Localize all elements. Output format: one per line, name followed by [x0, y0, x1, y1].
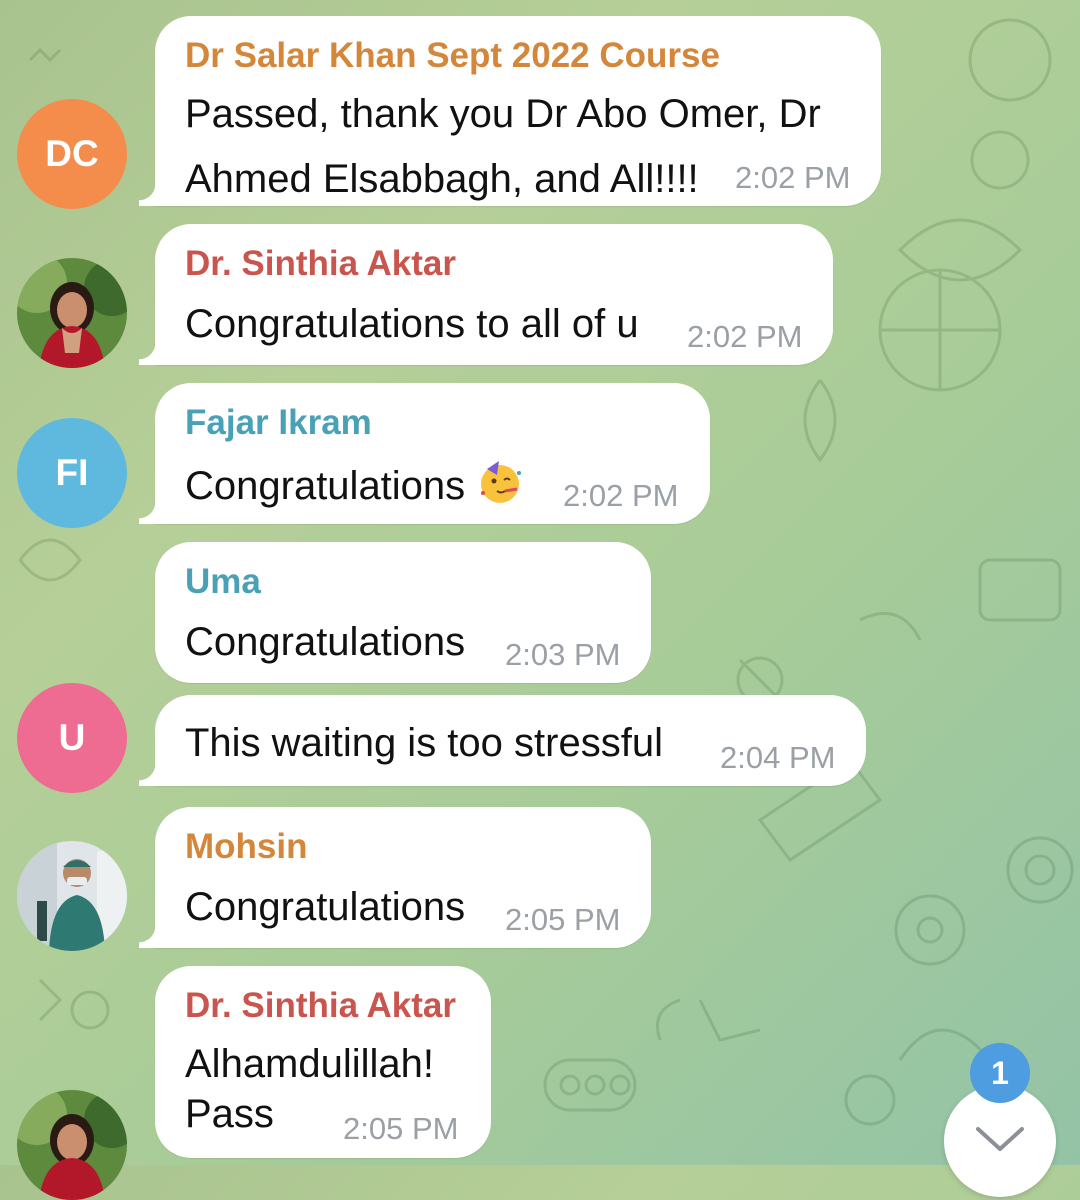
message-text: Congratulations to all of u [185, 302, 639, 346]
message-text: Pass [185, 1092, 274, 1136]
message-text: Ahmed Elsabbagh, and All!!!! [185, 157, 699, 201]
sender-name[interactable]: Dr. Sinthia Aktar [185, 244, 456, 284]
message-time: 2:05 PM [505, 902, 621, 937]
sender-name[interactable]: Fajar Ikram [185, 403, 372, 443]
message-bubble[interactable]: Uma Congratulations 2:03 PM [155, 542, 651, 683]
message-bubble[interactable]: Dr. Sinthia Aktar Congratulations to all… [139, 224, 833, 365]
message-bubble[interactable]: This waiting is too stressful 2:04 PM [139, 695, 866, 786]
avatar[interactable] [17, 258, 127, 368]
avatar-initials: U [58, 717, 86, 758]
profile-photo [17, 1090, 127, 1200]
message-time: 2:05 PM [343, 1111, 459, 1146]
message-text: Congratulations [185, 885, 466, 929]
message-text: Alhamdulillah! [185, 1042, 435, 1086]
unread-count-badge[interactable]: 1 [970, 1043, 1030, 1103]
message-bubble[interactable]: Dr Salar Khan Sept 2022 Course Passed, t… [139, 16, 881, 206]
message-time: 2:02 PM [563, 478, 679, 513]
message-text: Congratulations [185, 459, 523, 510]
profile-photo [17, 258, 127, 368]
avatar[interactable] [17, 1090, 127, 1200]
sender-name[interactable]: Dr Salar Khan Sept 2022 Course [185, 36, 720, 76]
sender-name[interactable]: Dr. Sinthia Aktar [185, 986, 456, 1026]
message-time: 2:02 PM [735, 160, 851, 195]
sender-name[interactable]: Mohsin [185, 827, 307, 867]
avatar-initials: DC [45, 133, 99, 174]
sender-name[interactable]: Uma [185, 562, 261, 602]
message-bubble[interactable]: Fajar Ikram Congratulations 2:02 PM [139, 383, 710, 524]
message-time: 2:02 PM [687, 319, 803, 354]
avatar-initials: FI [55, 452, 89, 493]
avatar[interactable]: FI [17, 418, 127, 528]
message-time: 2:04 PM [720, 740, 836, 775]
message-text: Passed, thank you Dr Abo Omer, Dr [185, 92, 821, 136]
avatar[interactable] [17, 841, 127, 951]
message-text: This waiting is too stressful [185, 721, 663, 765]
profile-photo [17, 841, 127, 951]
message-time: 2:03 PM [505, 637, 621, 672]
avatar[interactable]: DC [17, 99, 127, 209]
message-text: Congratulations [185, 620, 466, 664]
message-text-content: Congratulations [185, 464, 466, 508]
avatar[interactable]: U [17, 683, 127, 793]
message-bubble[interactable]: Mohsin Congratulations 2:05 PM [139, 807, 651, 948]
message-bubble[interactable]: Dr. Sinthia Aktar Alhamdulillah! Pass 2:… [155, 966, 491, 1158]
partying-face-icon [481, 461, 522, 503]
